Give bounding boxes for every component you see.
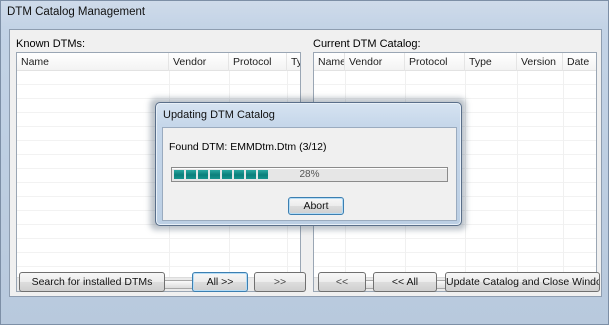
column-header-protocol[interactable]: Protocol [405, 53, 465, 71]
update-catalog-close-button[interactable]: Update Catalog and Close Window [445, 272, 600, 292]
column-header-vendor[interactable]: Vendor [345, 53, 405, 71]
remove-selected-button[interactable]: << [318, 272, 366, 292]
current-catalog-header: Name Vendor Protocol Type Version Date [314, 53, 596, 71]
column-header-type[interactable]: Type [465, 53, 517, 71]
column-header-name[interactable]: Name [314, 53, 345, 71]
column-header-type[interactable]: Type [287, 53, 300, 71]
column-header-date[interactable]: Date [563, 53, 596, 71]
updating-catalog-dialog: Updating DTM Catalog Found DTM: EMMDtm.D… [155, 102, 462, 226]
column-header-protocol[interactable]: Protocol [229, 53, 287, 71]
known-dtms-label: Known DTMs: [16, 38, 86, 50]
current-catalog-label: Current DTM Catalog: [313, 38, 421, 50]
column-header-name[interactable]: Name [17, 53, 169, 71]
window-title: DTM Catalog Management [7, 6, 146, 18]
remove-all-button[interactable]: << All [373, 272, 437, 292]
add-selected-button[interactable]: >> [254, 272, 306, 292]
progress-percent-label: 28% [299, 169, 320, 180]
dialog-client-area: Found DTM: EMMDtm.Dtm (3/12) 28% Abort [162, 127, 457, 221]
column-header-version[interactable]: Version [517, 53, 563, 71]
progress-bar: 28% [171, 167, 448, 182]
found-dtm-status: Found DTM: EMMDtm.Dtm (3/12) [169, 141, 327, 153]
abort-button[interactable]: Abort [288, 197, 344, 215]
add-all-button[interactable]: All >> [192, 272, 248, 292]
search-installed-dtms-button[interactable]: Search for installed DTMs [19, 272, 165, 292]
column-header-vendor[interactable]: Vendor [169, 53, 229, 71]
known-dtms-header: Name Vendor Protocol Type [17, 53, 300, 71]
dialog-title: Updating DTM Catalog [163, 109, 275, 121]
